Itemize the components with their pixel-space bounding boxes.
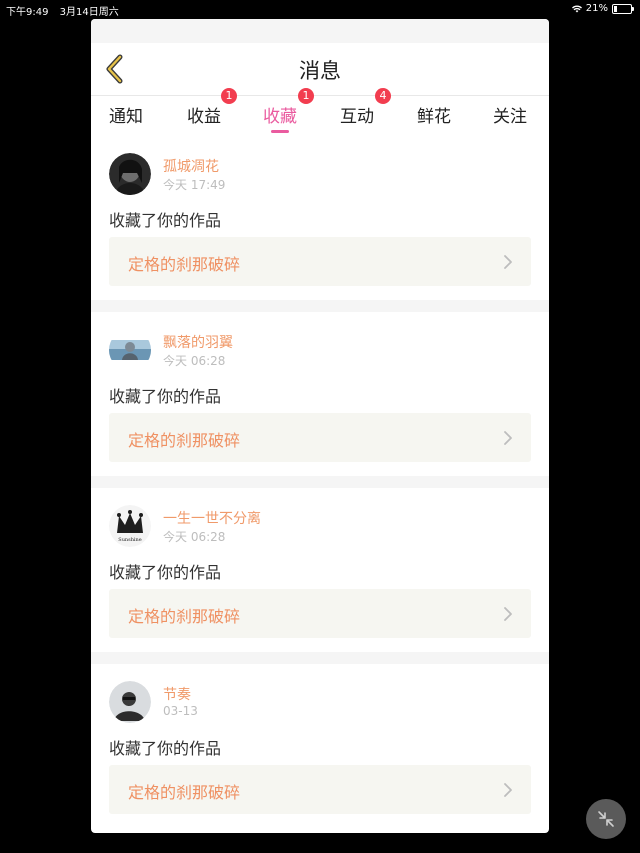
tab-interaction[interactable]: 互动 4: [340, 88, 391, 127]
page-title: 消息: [299, 59, 341, 83]
list-item: 孤城凋花 今天 17:49 收藏了你的作品 定格的刹那破碎: [91, 136, 549, 300]
work-link[interactable]: 定格的刹那破碎: [109, 413, 531, 462]
action-text: 收藏了你的作品: [109, 563, 222, 582]
work-title: 定格的刹那破碎: [128, 431, 241, 450]
work-link[interactable]: 定格的刹那破碎: [109, 589, 531, 638]
list-divider: [91, 476, 549, 488]
work-title: 定格的刹那破碎: [128, 607, 241, 626]
avatar[interactable]: [109, 153, 151, 195]
tab-favorites[interactable]: 收藏 1: [263, 88, 314, 133]
tab-label: 关注: [493, 107, 527, 127]
tab-bar: 通知 收益 1 收藏 1 互动 4 鲜花 关注: [91, 88, 549, 136]
tab-label: 鲜花: [417, 107, 451, 127]
avatar[interactable]: [109, 329, 151, 371]
list-divider: [91, 300, 549, 312]
tab-label: 通知: [109, 107, 143, 127]
work-title: 定格的刹那破碎: [128, 783, 241, 802]
tab-notice[interactable]: 通知: [109, 102, 143, 127]
status-date: 3月14日周六: [59, 7, 119, 18]
header: 消息: [91, 43, 549, 96]
avatar[interactable]: Sunshine: [109, 505, 151, 547]
timestamp: 03-13: [163, 704, 198, 718]
status-left: 下午9:49 3月14日周六: [6, 3, 127, 18]
tab-follow[interactable]: 关注: [493, 102, 527, 127]
wifi-icon: [571, 4, 582, 12]
tab-flowers[interactable]: 鲜花: [417, 102, 451, 127]
chevron-right-icon: [504, 607, 512, 621]
avatar-caption: Sunshine: [118, 537, 141, 543]
top-strip: [91, 19, 549, 43]
action-text: 收藏了你的作品: [109, 211, 222, 230]
list-item: 节奏 03-13 收藏了你的作品 定格的刹那破碎: [91, 664, 549, 828]
timestamp: 今天 17:49: [163, 178, 226, 192]
chevron-right-icon: [504, 255, 512, 269]
tab-earnings[interactable]: 收益 1: [187, 88, 237, 127]
list-item: 飘落的羽翼 今天 06:28 收藏了你的作品 定格的刹那破碎: [91, 312, 549, 476]
tab-label: 互动: [340, 107, 374, 127]
status-right: 21%: [571, 3, 634, 14]
username[interactable]: 孤城凋花: [163, 156, 219, 176]
favorites-list: 孤城凋花 今天 17:49 收藏了你的作品 定格的刹那破碎 飘落的羽翼 今天 0…: [91, 136, 549, 828]
list-item: Sunshine 一生一世不分离 今天 06:28 收藏了你的作品 定格的刹那破…: [91, 488, 549, 652]
username[interactable]: 飘落的羽翼: [163, 332, 233, 352]
battery-percent: 21%: [585, 3, 608, 14]
list-divider: [91, 652, 549, 664]
username[interactable]: 节奏: [163, 684, 191, 704]
tab-active-indicator: [271, 130, 289, 133]
badge: 1: [221, 88, 237, 104]
action-text: 收藏了你的作品: [109, 739, 222, 758]
action-text: 收藏了你的作品: [109, 387, 222, 406]
chevron-right-icon: [504, 431, 512, 445]
timestamp: 今天 06:28: [163, 354, 226, 368]
status-time: 下午9:49: [6, 7, 49, 18]
timestamp: 今天 06:28: [163, 530, 226, 544]
work-link[interactable]: 定格的刹那破碎: [109, 237, 531, 286]
badge: 4: [375, 88, 391, 104]
battery-icon: [612, 3, 634, 14]
work-link[interactable]: 定格的刹那破碎: [109, 765, 531, 814]
work-title: 定格的刹那破碎: [128, 255, 241, 274]
avatar[interactable]: [109, 681, 151, 723]
chevron-right-icon: [504, 783, 512, 797]
badge: 1: [298, 88, 314, 104]
username[interactable]: 一生一世不分离: [163, 508, 261, 528]
message-panel: 消息 通知 收益 1 收藏 1 互动 4 鲜花 关注 孤城凋花 今天 17:49…: [91, 19, 549, 833]
tab-label: 收藏: [263, 107, 297, 127]
battery-fill: [614, 5, 618, 12]
status-bar: 下午9:49 3月14日周六 21%: [0, 0, 640, 18]
minimize-button[interactable]: [586, 799, 626, 839]
collapse-arrows-icon: [598, 811, 614, 827]
tab-label: 收益: [187, 107, 221, 127]
